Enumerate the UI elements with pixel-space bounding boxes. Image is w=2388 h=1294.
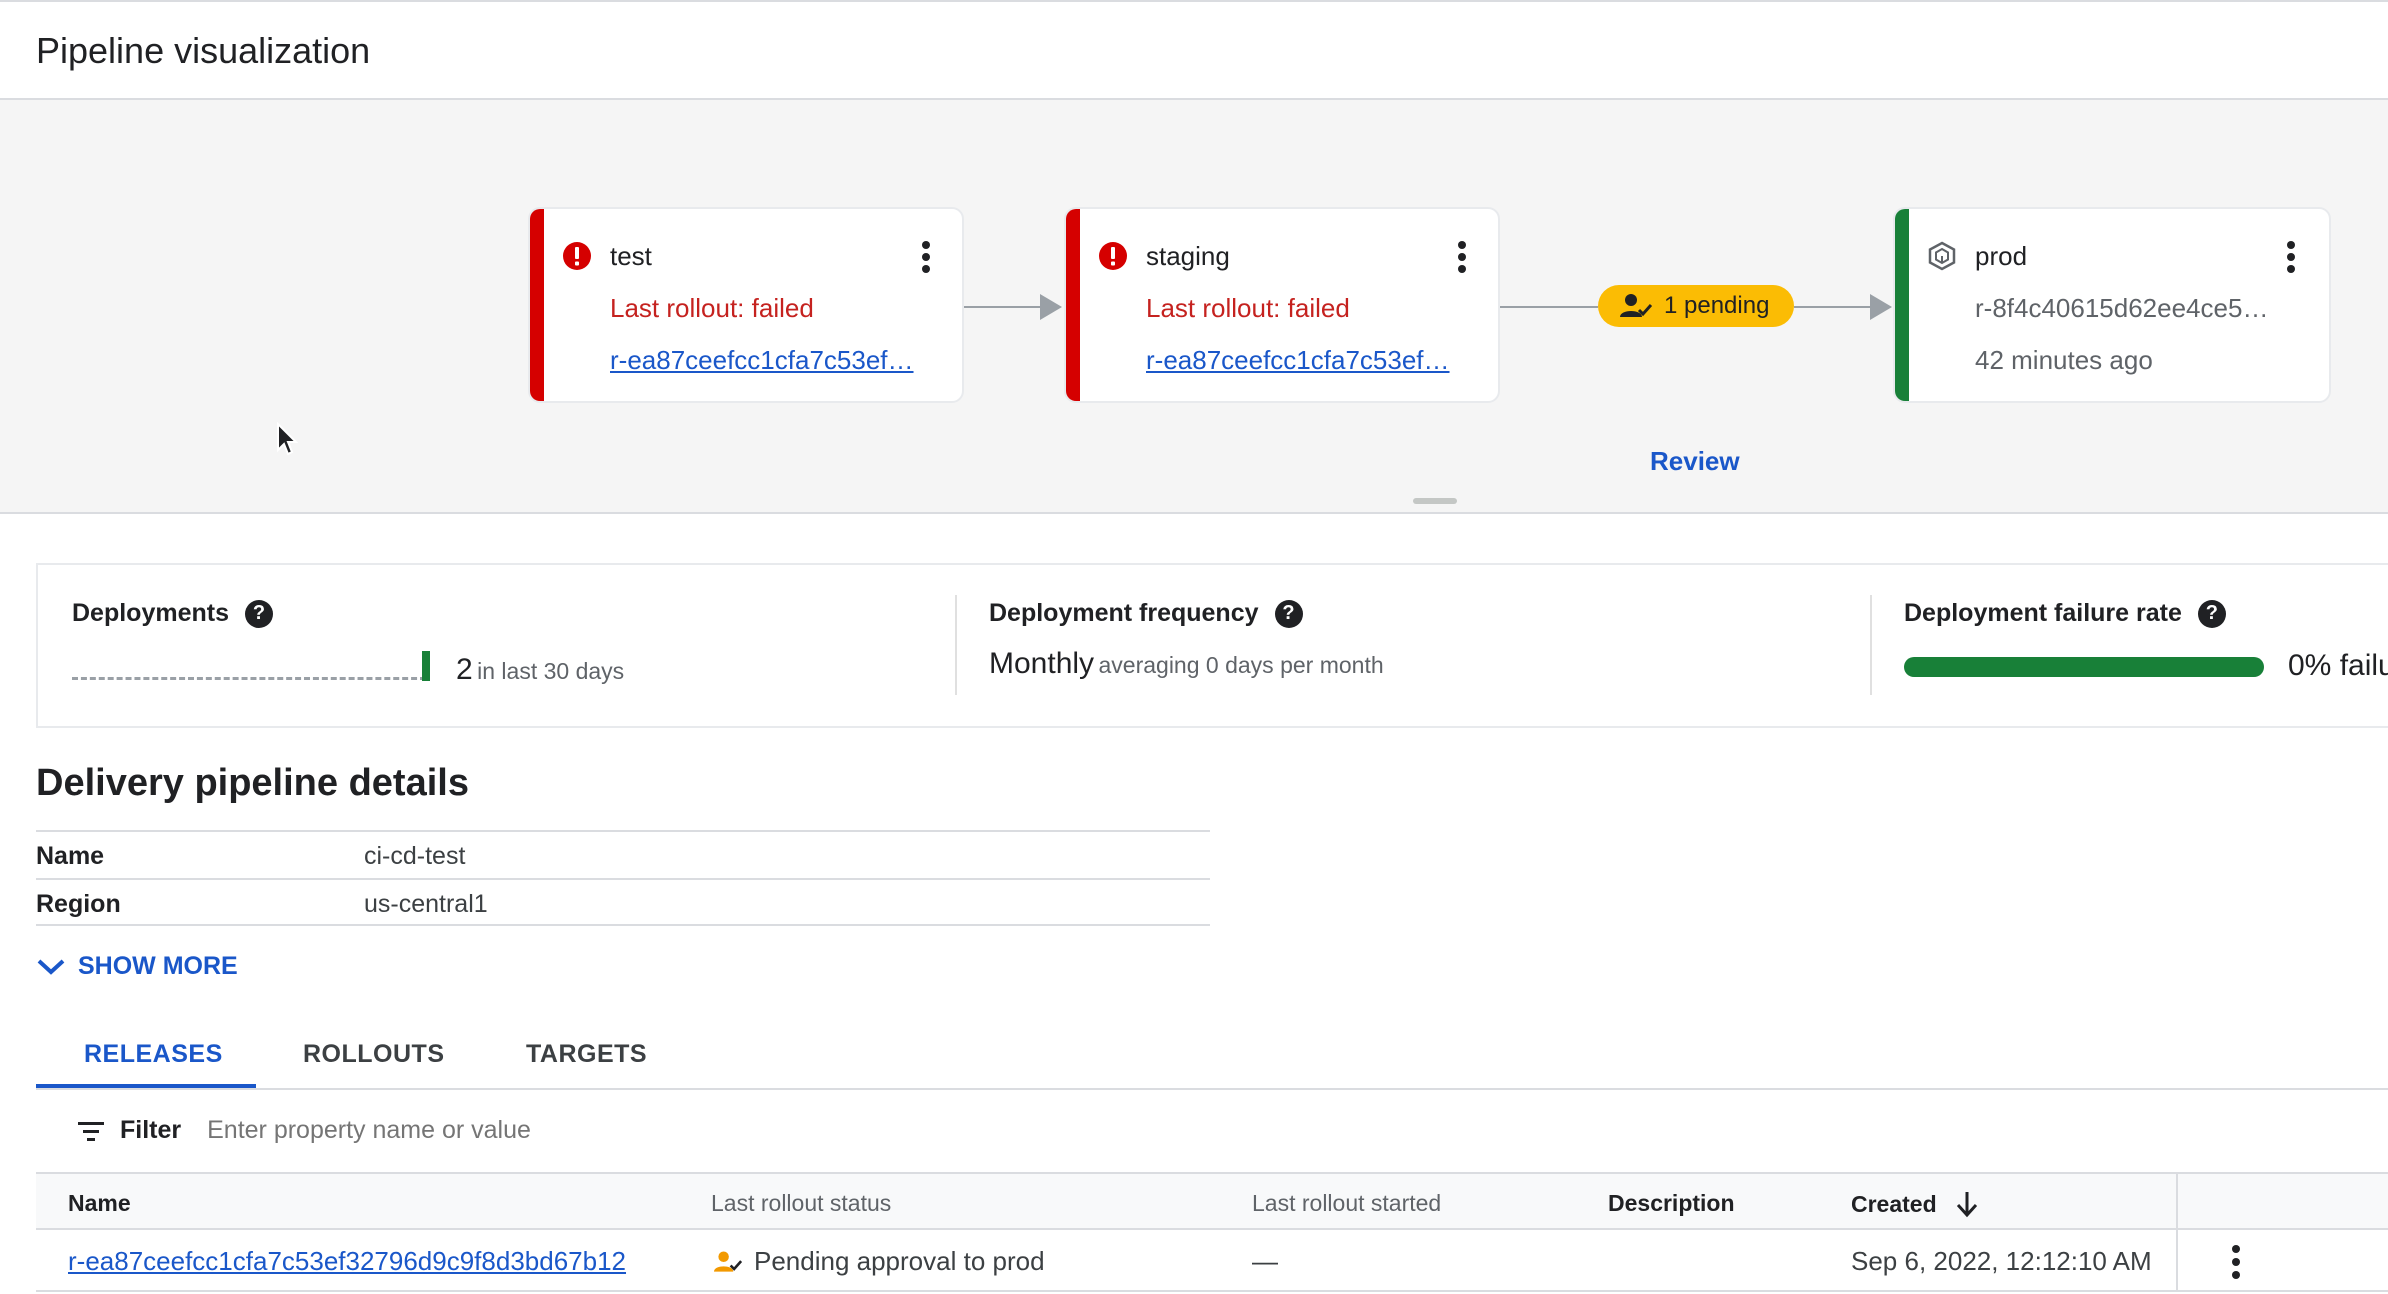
arrow-right-icon <box>1040 294 1062 320</box>
metric-title: Deployment frequency ? <box>989 599 1303 628</box>
active-tab-indicator <box>36 1084 256 1088</box>
deployments-sparkline <box>72 677 426 680</box>
metric-title: Deployments ? <box>72 599 273 628</box>
tab-releases[interactable]: RELEASES <box>84 1040 223 1069</box>
filter-bar: Filter <box>76 1116 808 1145</box>
stage-rollout-status: Last rollout: failed <box>610 293 814 323</box>
target-cube-icon <box>1928 241 1956 271</box>
frequency-label: Monthly <box>989 647 1095 680</box>
metric-title-text: Deployment failure rate <box>1904 599 2182 627</box>
column-divider <box>2176 1174 2178 1230</box>
chevron-down-icon <box>37 959 65 975</box>
column-header-created[interactable]: Created <box>1851 1190 1979 1218</box>
frequency-suffix: averaging 0 days per month <box>1098 652 1384 678</box>
metric-title-text: Deployment frequency <box>989 599 1259 627</box>
stage-connector <box>1500 306 1598 308</box>
details-value: us-central1 <box>364 890 488 918</box>
failure-rate-value: 0% failu <box>2288 649 2388 682</box>
error-icon <box>563 242 591 270</box>
stage-menu-icon[interactable] <box>916 237 936 277</box>
stage-card-staging[interactable]: staging Last rollout: failed r-ea87ceefc… <box>1064 207 1500 403</box>
releases-table-header: Name Last rollout status Last rollout st… <box>36 1172 2388 1230</box>
release-created-cell: Sep 6, 2022, 12:12:10 AM <box>1851 1246 2152 1276</box>
stage-release-link[interactable]: r-ea87ceefcc1cfa7c53ef… <box>610 345 914 376</box>
stage-name: staging <box>1146 241 1230 271</box>
details-row-name: Name ci-cd-test <box>36 830 1210 878</box>
deployments-value: 2 in last 30 days <box>456 653 624 687</box>
page-title: Pipeline visualization <box>36 30 371 71</box>
review-link[interactable]: Review <box>1650 446 1740 477</box>
deployment-metrics-panel: Deployments ? 2 in last 30 days Deployme… <box>36 563 2388 728</box>
pending-label: 1 pending <box>1664 292 1770 319</box>
column-header-last-rollout-started[interactable]: Last rollout started <box>1252 1190 1441 1217</box>
filter-label: Filter <box>120 1116 182 1144</box>
stage-menu-icon[interactable] <box>2281 237 2301 277</box>
release-name-link[interactable]: r-ea87ceefcc1cfa7c53ef32796d9c9f8d3bd67b… <box>68 1246 626 1276</box>
stage-rollout-status: Last rollout: failed <box>1146 293 1350 323</box>
column-header-last-rollout-status[interactable]: Last rollout status <box>711 1190 891 1217</box>
help-icon[interactable]: ? <box>1274 599 1303 628</box>
arrow-down-sort-icon <box>1956 1192 1977 1218</box>
metric-title-text: Deployments <box>72 599 229 627</box>
stage-menu-icon[interactable] <box>1452 237 1472 277</box>
show-more-button[interactable]: SHOW MORE <box>36 952 238 981</box>
details-row-region: Region us-central1 <box>36 878 1210 926</box>
release-status-text: Pending approval to prod <box>754 1246 1045 1276</box>
metric-failure-rate: Deployment failure rate ? 0% failu <box>1870 565 2388 726</box>
release-started-cell: — <box>1252 1246 1278 1276</box>
deployments-sparkline-bar <box>422 651 430 681</box>
stage-connector <box>1794 306 1874 308</box>
tab-rollouts[interactable]: ROLLOUTS <box>303 1040 445 1069</box>
pending-approval-icon <box>714 1251 742 1272</box>
show-more-label: SHOW MORE <box>78 952 238 980</box>
column-header-description[interactable]: Description <box>1608 1190 1735 1217</box>
column-divider <box>2176 1230 2178 1290</box>
arrow-right-icon <box>1870 294 1892 320</box>
column-header-name[interactable]: Name <box>68 1190 131 1217</box>
stage-status-bar <box>530 209 544 401</box>
error-icon <box>1099 242 1127 270</box>
details-key: Region <box>36 890 121 918</box>
help-icon[interactable]: ? <box>244 599 273 628</box>
mouse-cursor-icon <box>277 422 298 456</box>
stage-status-bar <box>1895 209 1909 401</box>
stage-release-id: r-8f4c40615d62ee4ce5… <box>1975 293 2269 323</box>
details-heading: Delivery pipeline details <box>36 762 469 804</box>
tab-bar: RELEASES ROLLOUTS TARGETS <box>36 1022 2388 1090</box>
resize-handle[interactable] <box>1413 498 1457 504</box>
filter-input[interactable] <box>207 1116 808 1145</box>
stage-card-prod[interactable]: prod r-8f4c40615d62ee4ce5… 42 minutes ag… <box>1893 207 2331 403</box>
metric-frequency: Deployment frequency ? Monthly averaging… <box>955 565 1869 726</box>
stage-release-link[interactable]: r-ea87ceefcc1cfa7c53ef… <box>1146 345 1450 376</box>
details-value: ci-cd-test <box>364 842 466 870</box>
stage-connector <box>964 306 1044 308</box>
tab-targets[interactable]: TARGETS <box>526 1040 647 1069</box>
person-approval-icon <box>1620 294 1652 317</box>
deployments-count: 2 <box>456 653 473 686</box>
deployments-suffix: in last 30 days <box>477 658 625 684</box>
metric-deployments: Deployments ? 2 in last 30 days <box>38 565 953 726</box>
details-key: Name <box>36 842 105 870</box>
stage-card-test[interactable]: test Last rollout: failed r-ea87ceefcc1c… <box>528 207 964 403</box>
frequency-value: Monthly averaging 0 days per month <box>989 647 1384 681</box>
stage-name: prod <box>1975 241 2028 271</box>
help-icon[interactable]: ? <box>2197 599 2226 628</box>
page-header: Pipeline visualization <box>0 0 2388 100</box>
stage-name: test <box>610 241 652 271</box>
filter-icon[interactable] <box>76 1119 106 1143</box>
failure-rate-bar <box>1904 657 2264 677</box>
row-menu-icon[interactable] <box>2226 1242 2246 1282</box>
stage-last-deploy-time: 42 minutes ago <box>1975 345 2153 375</box>
stage-status-bar <box>1066 209 1080 401</box>
column-header-created-label: Created <box>1851 1190 1937 1217</box>
pipeline-canvas: test Last rollout: failed r-ea87ceefcc1c… <box>0 100 2388 514</box>
metric-title: Deployment failure rate ? <box>1904 599 2226 628</box>
table-row: r-ea87ceefcc1cfa7c53ef32796d9c9f8d3bd67b… <box>36 1230 2388 1292</box>
release-status-cell: Pending approval to prod <box>714 1246 1045 1277</box>
release-name-cell: r-ea87ceefcc1cfa7c53ef32796d9c9f8d3bd67b… <box>68 1246 626 1277</box>
pending-approval-chip[interactable]: 1 pending <box>1598 285 1794 327</box>
